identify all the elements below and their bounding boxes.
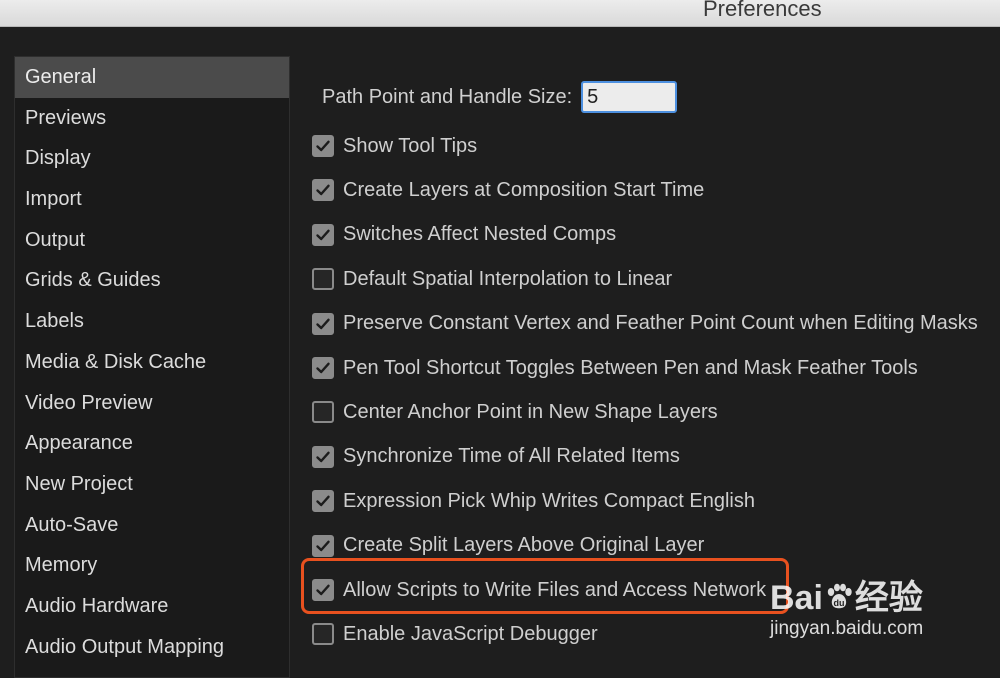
baidu-logo: Bai du 经验 [770, 570, 923, 619]
option-label: Expression Pick Whip Writes Compact Engl… [343, 489, 755, 512]
checkbox-expression-pick-whip-writes-compact-english[interactable] [312, 490, 334, 513]
preferences-sidebar: General Previews Display Import Output G… [14, 56, 290, 678]
checkmark-icon [316, 451, 330, 462]
option-label: Default Spatial Interpolation to Linear [343, 267, 673, 290]
path-point-size-input[interactable] [581, 81, 678, 113]
option-label: Enable JavaScript Debugger [343, 622, 598, 645]
checkmark-icon [316, 584, 330, 596]
option-label: Synchronize Time of All Related Items [343, 445, 680, 468]
checkbox-center-anchor-point-in-new-shape-layers[interactable] [312, 401, 334, 424]
checkmark-icon [316, 495, 330, 507]
sidebar-item-media-disk-cache[interactable]: Media & Disk Cache [15, 342, 289, 383]
option-create-layers-at-composition-start-time[interactable]: Create Layers at Composition Start Time [312, 175, 704, 205]
option-default-spatial-interpolation-to-linear[interactable]: Default Spatial Interpolation to Linear [312, 264, 672, 294]
checkbox-default-spatial-interpolation-to-linear[interactable] [312, 268, 334, 291]
sidebar-item-audio-hardware[interactable]: Audio Hardware [15, 586, 289, 627]
baidu-watermark: Bai du 经验 jingyan.baidu.com [770, 556, 995, 642]
option-preserve-constant-vertex-and-feather-point-count-when-editing-masks[interactable]: Preserve Constant Vertex and Feather Poi… [312, 309, 978, 339]
sidebar-item-auto-save[interactable]: Auto-Save [15, 505, 289, 546]
checkmark-icon [316, 229, 330, 240]
checkmark-icon [316, 140, 330, 152]
paw-icon: du [827, 583, 852, 609]
sidebar-item-video-preview[interactable]: Video Preview [15, 383, 289, 424]
option-label: Switches Affect Nested Comps [343, 223, 617, 246]
option-label: Create Layers at Composition Start Time [343, 178, 705, 201]
checkbox-enable-javascript-debugger[interactable] [312, 623, 334, 646]
svg-text:du: du [833, 598, 844, 608]
sidebar-item-audio-output-mapping[interactable]: Audio Output Mapping [15, 627, 289, 668]
option-label: Preserve Constant Vertex and Feather Poi… [343, 312, 978, 335]
path-point-size-label: Path Point and Handle Size: [322, 85, 573, 108]
checkbox-pen-tool-shortcut-toggles-between-pen-and-mask-feather-tools[interactable] [312, 357, 334, 379]
option-label: Allow Scripts to Write Files and Access … [343, 578, 767, 601]
option-create-split-layers-above-original-layer[interactable]: Create Split Layers Above Original Layer [312, 531, 704, 561]
checkmark-icon [316, 184, 330, 196]
checkbox-synchronize-time-of-all-related-items[interactable] [312, 445, 334, 468]
general-settings-panel: Path Point and Handle Size: Show Tool Ti… [312, 78, 1000, 646]
sidebar-item-labels[interactable]: Labels [15, 301, 289, 342]
option-label: Center Anchor Point in New Shape Layers [343, 400, 718, 423]
checkmark-icon [316, 362, 330, 374]
checkbox-switches-affect-nested-comps[interactable] [312, 223, 334, 246]
sidebar-item-appearance[interactable]: Appearance [15, 423, 289, 464]
baidu-logo-text-right: 经验 [854, 579, 923, 617]
path-point-size-row: Path Point and Handle Size: [312, 78, 1000, 116]
checkbox-show-tool-tips[interactable] [312, 135, 334, 157]
option-show-tool-tips[interactable]: Show Tool Tips [312, 131, 477, 161]
sidebar-item-grids-guides[interactable]: Grids & Guides [15, 260, 289, 301]
sidebar-item-new-project[interactable]: New Project [15, 464, 289, 505]
checkbox-allow-scripts-to-write-files-and-access-network[interactable] [312, 579, 334, 601]
sidebar-item-previews[interactable]: Previews [15, 98, 289, 139]
checkbox-create-split-layers-above-original-layer[interactable] [312, 534, 334, 557]
option-allow-scripts-to-write-files-and-access-network[interactable]: Allow Scripts to Write Files and Access … [312, 575, 766, 605]
sidebar-item-display[interactable]: Display [15, 138, 289, 179]
window-title: Preferences [703, 0, 822, 21]
checkbox-preserve-constant-vertex-and-feather-point-count-when-editing-masks[interactable] [312, 312, 334, 335]
sidebar-item-general[interactable]: General [15, 57, 289, 98]
checkbox-create-layers-at-composition-start-time[interactable] [312, 179, 334, 202]
option-label: Pen Tool Shortcut Toggles Between Pen an… [343, 356, 918, 379]
checkmark-icon [316, 540, 330, 551]
option-synchronize-time-of-all-related-items[interactable]: Synchronize Time of All Related Items [312, 442, 680, 472]
option-center-anchor-point-in-new-shape-layers[interactable]: Center Anchor Point in New Shape Layers [312, 397, 718, 427]
baidu-logo-text-left: Bai [770, 579, 823, 617]
title-bar: Preferences [0, 0, 1000, 27]
option-enable-javascript-debugger[interactable]: Enable JavaScript Debugger [312, 619, 598, 649]
sidebar-item-output[interactable]: Output [15, 220, 289, 261]
option-switches-affect-nested-comps[interactable]: Switches Affect Nested Comps [312, 220, 616, 250]
option-label: Create Split Layers Above Original Layer [343, 534, 705, 557]
option-expression-pick-whip-writes-compact-english[interactable]: Expression Pick Whip Writes Compact Engl… [312, 486, 755, 516]
checkmark-icon [316, 318, 330, 329]
option-pen-tool-shortcut-toggles-between-pen-and-mask-feather-tools[interactable]: Pen Tool Shortcut Toggles Between Pen an… [312, 353, 918, 383]
option-label: Show Tool Tips [343, 134, 478, 157]
sidebar-item-import[interactable]: Import [15, 179, 289, 220]
baidu-url: jingyan.baidu.com [770, 618, 924, 639]
sidebar-item-memory[interactable]: Memory [15, 545, 289, 586]
